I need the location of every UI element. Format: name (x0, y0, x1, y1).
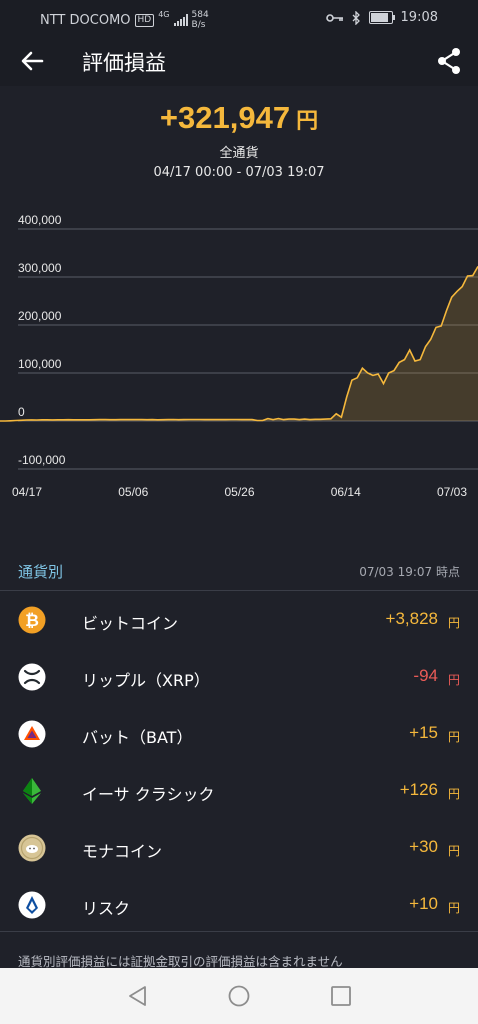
total-pnl-unit: 円 (296, 108, 319, 133)
date-range: 04/17 00:00 - 07/03 19:07 (153, 165, 325, 180)
key-icon (325, 13, 343, 22)
y-tick-label: 400,000 (18, 213, 62, 227)
x-tick-label: 06/14 (331, 485, 361, 499)
speed-unit: B/s (191, 20, 206, 30)
currency-row-monacoin[interactable]: モナコイン +30 円 (0, 820, 478, 877)
page-title: 評価損益 (82, 51, 166, 75)
currency-unit: 円 (447, 616, 460, 630)
hd-voice-icon: HD (134, 13, 155, 27)
pnl-summary: +321,947 円 全通貨 04/17 00:00 - 07/03 19:07 (0, 100, 478, 180)
y-tick-label: 300,000 (18, 261, 62, 275)
x-axis-labels: 04/17 05/06 05/26 06/14 07/03 (12, 485, 467, 499)
currency-unit: 円 (447, 787, 460, 801)
status-bar: NTT DOCOMO HD 4G 584 B/s 19:08 (0, 0, 478, 36)
section-timestamp: 07/03 19:07 時点 (359, 565, 460, 579)
by-currency-header: 通貨別 07/03 19:07 時点 (0, 553, 478, 591)
share-icon[interactable] (436, 47, 462, 75)
currency-unit: 円 (447, 673, 460, 687)
bat-icon (18, 720, 46, 748)
currency-pnl: -94 (413, 666, 438, 685)
currency-name: ビットコイン (82, 614, 179, 633)
currency-row-lisk[interactable]: リスク +10 円 (0, 877, 478, 934)
lisk-icon (18, 891, 46, 919)
currency-unit: 円 (447, 844, 460, 858)
ethereum-classic-icon (23, 778, 41, 804)
currency-pnl: +126 (399, 780, 438, 799)
currency-list: ₿ ビットコイン +3,828 円 リップル（XRP） -94 円 バット（BA… (0, 592, 478, 934)
currency-row-etc[interactable]: イーサ クラシック +126 円 (0, 763, 478, 820)
bluetooth-icon (352, 10, 360, 25)
currency-row-bitcoin[interactable]: ₿ ビットコイン +3,828 円 (0, 592, 478, 649)
y-tick-label: 0 (18, 405, 25, 419)
nav-back-icon[interactable] (126, 984, 150, 1008)
currency-pnl: +15 (409, 723, 438, 742)
monacoin-icon (18, 834, 46, 862)
currency-pnl: +30 (409, 837, 438, 856)
speed-value: 584 (191, 10, 209, 20)
currency-name: イーサ クラシック (82, 785, 215, 804)
bitcoin-icon: ₿ (18, 606, 46, 634)
network-speed: 584 B/s (192, 10, 209, 30)
clock: 19:08 (400, 10, 438, 25)
nav-recents-icon[interactable] (329, 984, 353, 1008)
currency-pnl: +3,828 (385, 609, 438, 628)
currency-name: リップル（XRP） (82, 671, 210, 690)
y-tick-label: 200,000 (18, 309, 62, 323)
system-nav-bar (0, 968, 478, 1024)
x-tick-label: 07/03 (437, 485, 467, 499)
currency-row-bat[interactable]: バット（BAT） +15 円 (0, 706, 478, 763)
svg-text:₿: ₿ (25, 611, 39, 630)
currency-name: リスク (82, 899, 131, 918)
chart-grid (18, 228, 478, 470)
pnl-area (0, 266, 478, 421)
y-tick-label: -100,000 (18, 453, 66, 467)
section-title: 通貨別 (18, 563, 64, 581)
x-tick-label: 04/17 (12, 485, 42, 499)
currency-unit: 円 (447, 901, 460, 915)
y-tick-label: 100,000 (18, 357, 62, 371)
y-axis-labels: 400,000 300,000 200,000 100,000 0 -100,000 (18, 213, 66, 467)
currency-name: バット（BAT） (82, 728, 193, 747)
network-type: 4G (158, 10, 170, 19)
total-pnl: +321,947 円 (0, 100, 478, 136)
battery-icon (368, 11, 395, 24)
currency-scope-label: 全通貨 (219, 146, 259, 161)
carrier-name: NTT DOCOMO (40, 12, 131, 28)
currency-name: モナコイン (82, 842, 163, 861)
x-tick-label: 05/26 (224, 485, 254, 499)
nav-home-icon[interactable] (227, 984, 251, 1008)
total-pnl-value: +321,947 (159, 100, 291, 135)
xrp-icon (18, 663, 46, 691)
x-tick-label: 05/06 (118, 485, 148, 499)
back-arrow-icon[interactable] (18, 48, 46, 74)
list-divider (0, 931, 478, 932)
pnl-chart: 400,000 300,000 200,000 100,000 0 -100,000 04… (0, 213, 478, 499)
currency-pnl: +10 (409, 894, 438, 913)
app-bar: 評価損益 (0, 36, 478, 86)
currency-unit: 円 (447, 730, 460, 744)
currency-row-xrp[interactable]: リップル（XRP） -94 円 (0, 649, 478, 706)
signal-icon (173, 14, 188, 26)
